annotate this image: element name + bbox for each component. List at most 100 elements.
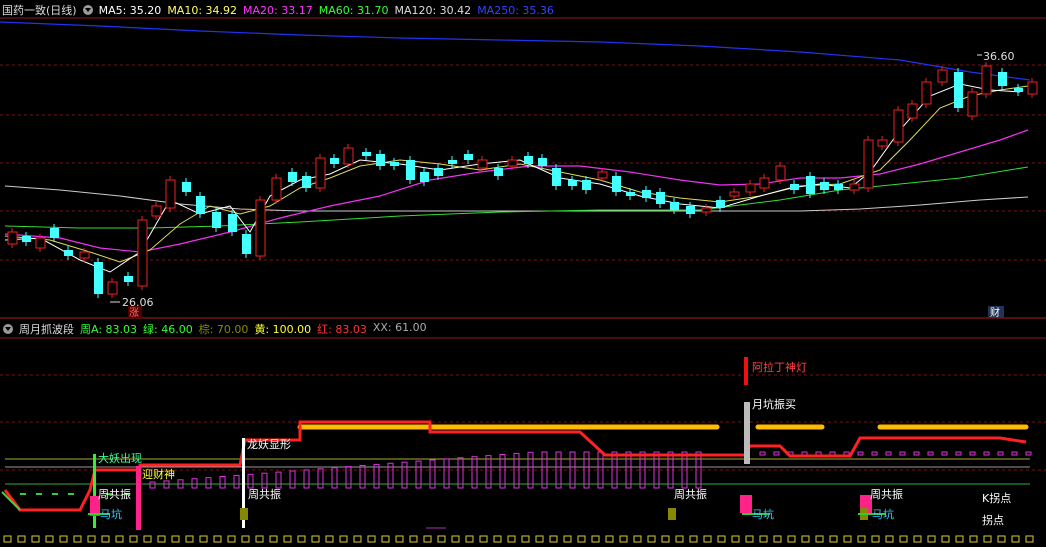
candle-body [806, 176, 815, 194]
histogram-bar [1025, 451, 1032, 456]
bottom-marker [3, 535, 12, 543]
bottom-marker [157, 535, 166, 543]
candle-body [568, 180, 577, 186]
label-turn: 拐点 [982, 513, 1004, 527]
bottom-marker [255, 535, 264, 543]
bottom-marker [423, 535, 432, 543]
bottom-marker [577, 535, 586, 543]
bottom-marker [787, 535, 796, 543]
histogram-bar [941, 451, 948, 456]
signal-bar-pink [136, 466, 141, 530]
bottom-marker [521, 535, 530, 543]
bottom-marker [353, 535, 362, 543]
label-monthly-buy: 月坑振买 [752, 397, 796, 411]
histogram-bar [1011, 451, 1018, 456]
label-aladdin: 阿拉丁神灯 [752, 360, 807, 374]
candle-body [137, 219, 148, 287]
bottom-marker [745, 535, 754, 543]
candle-body [656, 192, 665, 204]
candle-body [670, 202, 679, 210]
candle-body [7, 231, 18, 245]
candle-body [79, 251, 90, 259]
candle-body [1014, 88, 1023, 92]
histogram-bar [983, 451, 990, 456]
candle-body [107, 281, 118, 295]
bottom-marker [213, 535, 222, 543]
label-demon-out: 大妖出现 [98, 451, 142, 465]
candle-body [464, 154, 473, 160]
candle-body [745, 183, 756, 193]
bottom-marker [283, 535, 292, 543]
histogram-bar [191, 478, 198, 489]
candle-body [729, 191, 740, 197]
candle-body [790, 184, 799, 190]
candle-body [775, 165, 786, 181]
histogram-bar [759, 451, 766, 456]
histogram-bar [359, 465, 366, 489]
bottom-marker [185, 535, 194, 543]
histogram-bar [955, 451, 962, 456]
bottom-marker [563, 535, 572, 543]
candle-body [35, 237, 46, 249]
signal-bar-red [744, 357, 748, 385]
chart-canvas[interactable]: 36.60 26.06 涨 财 阿拉丁神灯 月坑振买 龙妖显形 大妖出现 迎财神… [0, 0, 1046, 547]
ma60-line [4, 166, 1029, 229]
bottom-marker [591, 535, 600, 543]
bottom-marker [409, 535, 418, 543]
label-week-resonance: 周共振 [98, 487, 131, 501]
histogram-bar [485, 455, 492, 489]
histogram-bar [457, 457, 464, 489]
histogram-bar [969, 451, 976, 456]
histogram-bar [331, 467, 338, 489]
bottom-marker [311, 535, 320, 543]
bottom-marker [619, 535, 628, 543]
histogram-bar [899, 451, 906, 456]
bottom-marker [507, 535, 516, 543]
bottom-marker [381, 535, 390, 543]
candle-body [552, 168, 561, 186]
bottom-marker [129, 535, 138, 543]
bottom-marker [703, 535, 712, 543]
bottom-marker [983, 535, 992, 543]
candle-body [255, 199, 266, 257]
bottom-marker [675, 535, 684, 543]
bottom-marker [325, 535, 334, 543]
candle-body [406, 160, 415, 180]
cai-badge[interactable]: 财 [990, 306, 1000, 319]
bottom-marker [451, 535, 460, 543]
zhang-badge: 涨 [129, 307, 139, 319]
histogram-bar [275, 471, 282, 489]
bottom-marker [115, 535, 124, 543]
histogram-bar [857, 451, 864, 456]
bottom-marker [395, 535, 404, 543]
candle-body [893, 109, 904, 143]
bottom-markers [3, 535, 1034, 543]
candlesticks [7, 62, 1038, 298]
bottom-marker [339, 535, 348, 543]
histogram-bar [247, 473, 254, 489]
histogram-bar [205, 477, 212, 489]
candle-body [420, 172, 429, 182]
candle-body [701, 207, 712, 213]
histogram-bar [871, 451, 878, 456]
bottom-marker [647, 535, 656, 543]
bottom-marker [857, 535, 866, 543]
candle-body [507, 159, 518, 167]
candle-body [967, 91, 978, 117]
candle-body [390, 162, 399, 166]
bottom-marker [1011, 535, 1020, 543]
candle-body [212, 212, 221, 228]
bottom-marker [941, 535, 950, 543]
candle-body [22, 236, 31, 242]
bottom-marker [871, 535, 880, 543]
bottom-marker [661, 535, 670, 543]
candle-body [196, 196, 205, 214]
candle-body [434, 168, 443, 176]
histogram-bar [233, 474, 240, 489]
candle-body [228, 214, 237, 232]
candle-body [477, 159, 488, 169]
bottom-marker [171, 535, 180, 543]
bottom-marker [45, 535, 54, 543]
candle-body [302, 176, 311, 188]
candle-body [242, 234, 251, 254]
